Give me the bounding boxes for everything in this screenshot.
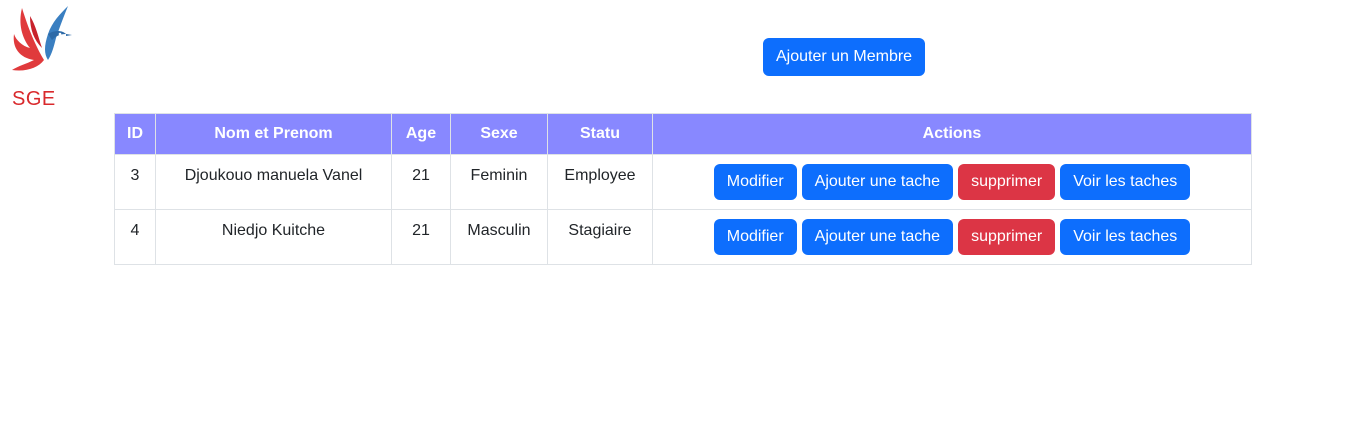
cell-sexe-text: Feminin xyxy=(470,167,528,184)
delete-button[interactable]: supprimer xyxy=(958,164,1056,200)
hummingbird-logo-icon xyxy=(12,6,72,71)
column-header-actions: Actions xyxy=(652,113,1252,155)
cell-actions: Modifier Ajouter une tache supprimer Voi… xyxy=(652,154,1252,210)
cell-age: 21 xyxy=(391,209,451,265)
cell-sexe-text: Masculin xyxy=(467,222,531,239)
delete-button[interactable]: supprimer xyxy=(958,219,1056,255)
brand-name: SGE xyxy=(12,88,56,110)
add-task-button[interactable]: Ajouter une tache xyxy=(801,219,954,255)
cell-statu: Employee xyxy=(547,154,653,210)
table-row: 3 Djoukouo manuela Vanel 21 Feminin Empl… xyxy=(114,154,1252,210)
column-header-statu: Statu xyxy=(547,113,653,155)
row-actions: Modifier Ajouter une tache supprimer Voi… xyxy=(653,219,1251,255)
cell-name: Djoukouo manuela Vanel xyxy=(155,154,392,210)
edit-button[interactable]: Modifier xyxy=(713,164,797,200)
cell-statu: Stagiaire xyxy=(547,209,653,265)
cell-id: 3 xyxy=(114,154,156,210)
edit-button[interactable]: Modifier xyxy=(713,219,797,255)
page: SGE Ajouter un Membre ID Nom et Prenom A… xyxy=(0,0,1366,446)
column-header-name: Nom et Prenom xyxy=(155,113,392,155)
cell-age-text: 21 xyxy=(412,167,430,184)
column-header-id: ID xyxy=(114,113,156,155)
add-member-button[interactable]: Ajouter un Membre xyxy=(763,38,926,76)
brand-logo[interactable]: SGE xyxy=(8,4,78,110)
cell-statu-text: Employee xyxy=(564,167,636,184)
cell-sexe: Masculin xyxy=(450,209,548,265)
table-body: 3 Djoukouo manuela Vanel 21 Feminin Empl… xyxy=(114,154,1252,265)
view-tasks-button[interactable]: Voir les taches xyxy=(1060,219,1191,255)
row-actions: Modifier Ajouter une tache supprimer Voi… xyxy=(653,164,1251,200)
cell-name-text: Niedjo Kuitche xyxy=(221,222,326,239)
column-header-sexe: Sexe xyxy=(450,113,548,155)
table-row: 4 Niedjo Kuitche 21 Masculin Stagiaire M… xyxy=(114,209,1252,265)
members-table: ID Nom et Prenom Age Sexe Statu Actions … xyxy=(114,113,1252,265)
cell-age: 21 xyxy=(391,154,451,210)
cell-name: Niedjo Kuitche xyxy=(155,209,392,265)
cell-id: 4 xyxy=(114,209,156,265)
column-header-age: Age xyxy=(391,113,451,155)
table-header-row: ID Nom et Prenom Age Sexe Statu Actions xyxy=(114,113,1252,155)
cell-sexe: Feminin xyxy=(450,154,548,210)
table-header: ID Nom et Prenom Age Sexe Statu Actions xyxy=(114,113,1252,155)
add-task-button[interactable]: Ajouter une tache xyxy=(801,164,954,200)
cell-age-text: 21 xyxy=(412,222,430,239)
cell-name-text: Djoukouo manuela Vanel xyxy=(184,167,363,184)
view-tasks-button[interactable]: Voir les taches xyxy=(1060,164,1191,200)
cell-id-text: 3 xyxy=(130,167,140,184)
cell-actions: Modifier Ajouter une tache supprimer Voi… xyxy=(652,209,1252,265)
cell-statu-text: Stagiaire xyxy=(568,222,632,239)
cell-id-text: 4 xyxy=(130,222,140,239)
